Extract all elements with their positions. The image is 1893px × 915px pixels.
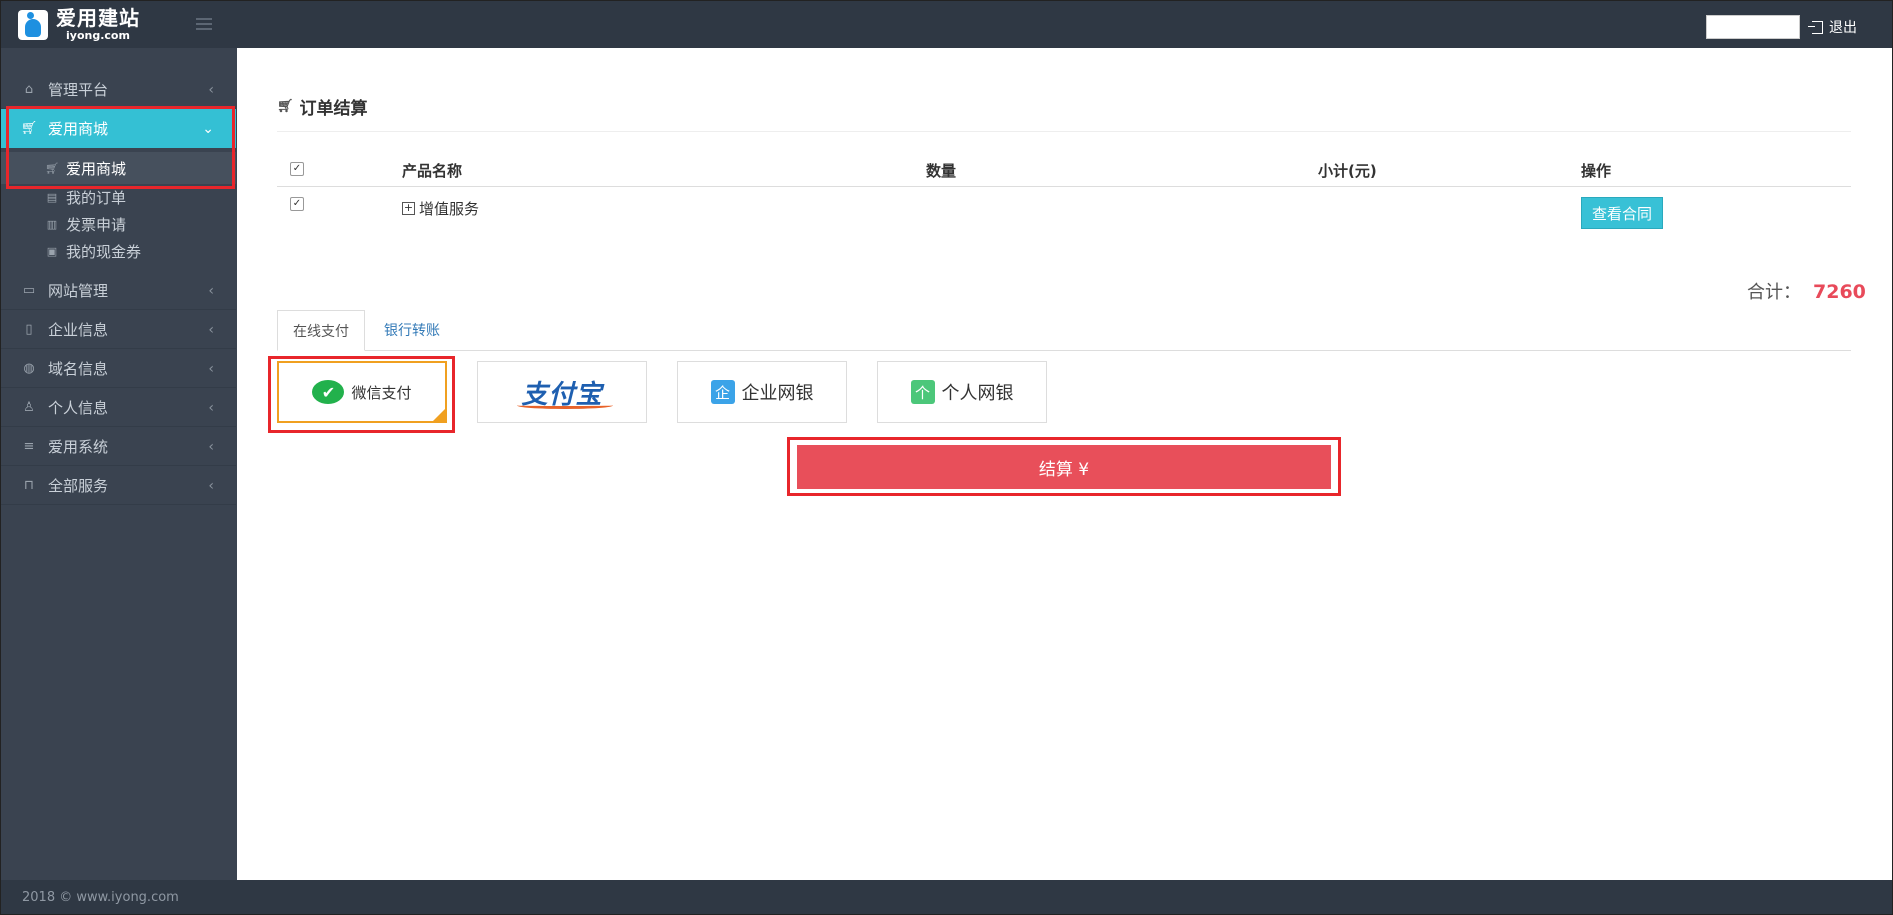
total-amount: 7260 — [1813, 281, 1866, 303]
main-content: 🛒︎ 订单结算 ✓ 产品名称 数量 小计(元) 操作 ✓ + 增值服务 查看合同… — [237, 48, 1893, 880]
sidebar-item-mall[interactable]: 🛒︎ 爱用商城 ⌄ — [0, 109, 236, 148]
globe-icon: ◍ — [23, 360, 35, 376]
selected-corner-icon — [433, 409, 445, 421]
column-header-subtotal: 小计(元) — [1318, 162, 1377, 180]
top-bar: 爱用建站 iyong.com 退出 — [0, 0, 1893, 48]
top-search-input[interactable] — [1706, 15, 1800, 39]
sidebar-item-domain[interactable]: ◍ 域名信息 ‹ — [0, 349, 236, 388]
menu-toggle-icon[interactable] — [196, 18, 212, 33]
total-label: 合计： — [1747, 282, 1801, 303]
sidebar-item-platform[interactable]: ⌂ 管理平台 ‹ — [0, 70, 236, 109]
sidebar-submenu: 🛒︎ 爱用商城 ▤ 我的订单 ▥ 发票申请 ▣ 我的现金券 — [0, 148, 236, 271]
product-name: 增值服务 — [419, 200, 480, 218]
sidebar-item-label: 个人信息 — [48, 398, 109, 417]
barcode-icon: ▥ — [46, 218, 58, 231]
cart-icon: 🛒︎ — [45, 161, 59, 175]
sidebar-item-system[interactable]: ≡ 爱用系统 ‹ — [0, 427, 236, 466]
divider — [277, 131, 1851, 132]
alipay-option[interactable]: 支付宝 — [477, 361, 647, 423]
chevron-down-icon: ⌄ — [202, 121, 214, 137]
personal-bank-icon: 个 — [910, 380, 935, 404]
sidebar-item-label: 爱用商城 — [48, 120, 109, 138]
select-all-checkbox[interactable]: ✓ — [290, 162, 304, 176]
payment-tabs: 在线支付 银行转账 — [277, 310, 1851, 351]
table-header-divider — [277, 186, 1851, 187]
logout-label: 退出 — [1829, 20, 1857, 36]
column-header-product: 产品名称 — [402, 162, 463, 180]
sidebar-item-label: 企业信息 — [48, 320, 109, 339]
submenu-item-label: 我的订单 — [66, 189, 127, 207]
checkout-button[interactable]: 结算 ¥ — [797, 445, 1331, 489]
column-header-quantity: 数量 — [926, 162, 957, 180]
sidebar-item-company[interactable]: ▯ 企业信息 ‹ — [0, 310, 236, 349]
submenu-item-orders[interactable]: ▤ 我的订单 — [0, 184, 236, 211]
corporate-bank-option[interactable]: 企 企业网银 — [677, 361, 847, 423]
sidebar-item-label: 全部服务 — [48, 476, 109, 495]
row-checkbox[interactable]: ✓ — [290, 197, 304, 211]
sidebar-item-label: 管理平台 — [48, 80, 109, 99]
personal-bank-label: 个人网银 — [941, 383, 1014, 404]
column-header-action: 操作 — [1581, 162, 1612, 180]
user-icon: ♙ — [23, 399, 35, 415]
tab-bank-transfer[interactable]: 银行转账 — [365, 310, 459, 350]
sidebar-menu: ⌂ 管理平台 ‹ 🛒︎ 爱用商城 ⌄ 🛒︎ 爱用商城 ▤ 我的订单 ▥ 发票申请… — [0, 70, 236, 505]
wechat-pay-option[interactable]: ✔ 微信支付 — [277, 361, 447, 423]
submenu-item-coupons[interactable]: ▣ 我的现金券 — [0, 238, 236, 265]
logout-button[interactable]: 退出 — [1808, 17, 1857, 37]
chevron-left-icon: ‹ — [208, 283, 214, 299]
chevron-left-icon: ‹ — [208, 478, 214, 494]
order-total: 合计： 7260 — [1747, 278, 1866, 304]
logo-title: 爱用建站 — [56, 6, 140, 30]
sidebar: ⌂ 管理平台 ‹ 🛒︎ 爱用商城 ⌄ 🛒︎ 爱用商城 ▤ 我的订单 ▥ 发票申请… — [0, 48, 236, 880]
sidebar-item-label: 爱用系统 — [48, 437, 109, 456]
doc-icon: ▤ — [46, 191, 58, 204]
corporate-bank-icon: 企 — [710, 380, 735, 404]
chevron-left-icon: ‹ — [208, 82, 214, 98]
tab-online-payment[interactable]: 在线支付 — [277, 310, 365, 351]
expand-icon[interactable]: + — [402, 202, 415, 215]
cart-icon: 🛒︎ — [277, 99, 294, 114]
home-icon: ⌂ — [24, 81, 34, 97]
wechat-icon: ✔ — [312, 380, 345, 404]
cart-icon: 🛒︎ — [20, 121, 38, 136]
table-row[interactable]: + 增值服务 — [402, 198, 479, 219]
submenu-item-invoice[interactable]: ▥ 发票申请 — [0, 211, 236, 238]
sidebar-item-label: 网站管理 — [48, 281, 109, 300]
submenu-item-label: 我的现金券 — [66, 243, 142, 261]
chevron-left-icon: ‹ — [208, 400, 214, 416]
submenu-item-mall[interactable]: 🛒︎ 爱用商城 — [0, 152, 236, 184]
building-icon: ▯ — [25, 321, 33, 337]
sidebar-item-profile[interactable]: ♙ 个人信息 ‹ — [0, 388, 236, 427]
view-contract-button[interactable]: 查看合同 — [1581, 197, 1663, 229]
alipay-logo: 支付宝 — [517, 374, 613, 411]
page-title: 🛒︎ 订单结算 — [277, 94, 368, 119]
corporate-bank-label: 企业网银 — [741, 383, 814, 404]
personal-bank-option[interactable]: 个 个人网银 — [877, 361, 1047, 423]
page-title-text: 订单结算 — [299, 99, 368, 119]
logo[interactable]: 爱用建站 iyong.com — [18, 8, 140, 41]
copyright-text: 2018 © www.iyong.com — [22, 890, 179, 905]
sidebar-item-services[interactable]: ⊓ 全部服务 ‹ — [0, 466, 236, 505]
logout-icon — [1808, 20, 1823, 34]
submenu-item-label: 爱用商城 — [66, 159, 127, 178]
laptop-icon: ▭ — [22, 282, 36, 298]
logo-icon — [18, 9, 48, 40]
money-icon: ▣ — [46, 245, 58, 258]
chevron-left-icon: ‹ — [208, 361, 214, 377]
wechat-pay-label: 微信支付 — [351, 383, 412, 402]
list-icon: ≡ — [23, 438, 35, 454]
submenu-item-label: 发票申请 — [66, 216, 127, 234]
chevron-left-icon: ‹ — [208, 439, 214, 455]
bag-icon: ⊓ — [23, 477, 35, 493]
footer: 2018 © www.iyong.com — [0, 880, 1893, 915]
sidebar-item-label: 域名信息 — [48, 359, 109, 378]
sidebar-item-site[interactable]: ▭ 网站管理 ‹ — [0, 271, 236, 310]
logo-domain: iyong.com — [66, 29, 130, 42]
chevron-left-icon: ‹ — [208, 322, 214, 338]
